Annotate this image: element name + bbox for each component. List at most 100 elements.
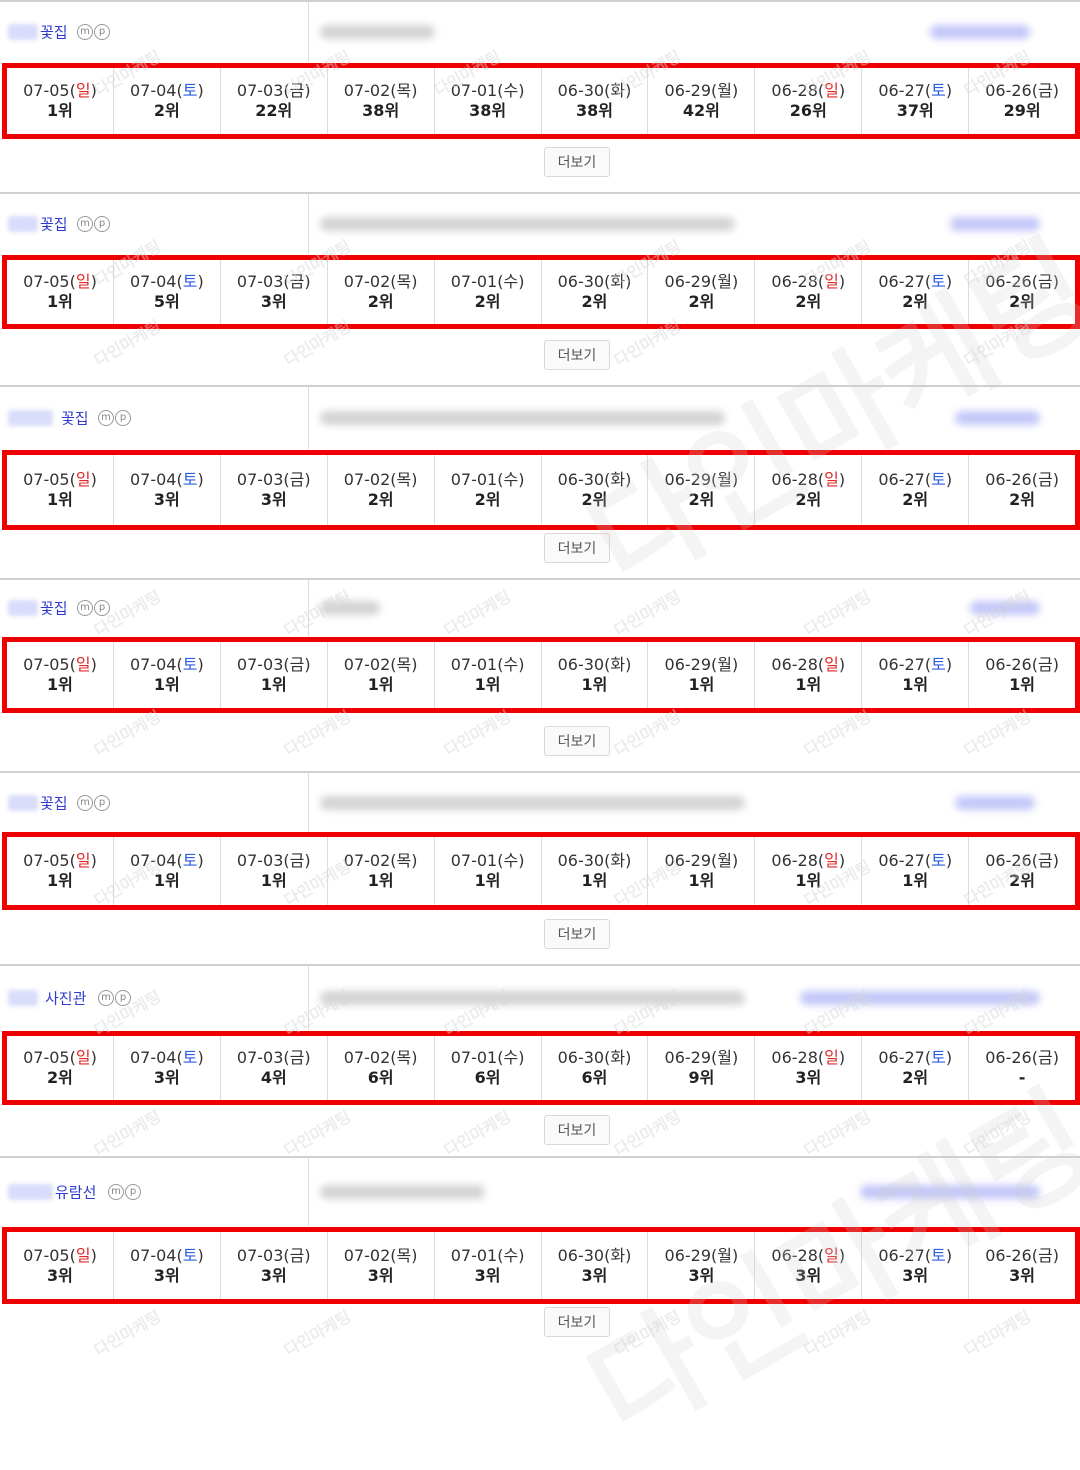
more-button[interactable]: 더보기 [544, 147, 610, 177]
weekday-text: 월 [717, 81, 732, 100]
date-text: 07-04 [129, 470, 177, 489]
keyword-link[interactable]: 사진관 [45, 988, 86, 1009]
rank-cell: 06-29(월) 9위 [648, 1036, 756, 1100]
more-button[interactable]: 더보기 [544, 340, 610, 370]
rank-value: 1위 [474, 675, 501, 694]
date-text: 07-04 [129, 1048, 177, 1067]
weekday-text: 금 [289, 1048, 305, 1067]
pc-badge-icon: p [115, 410, 131, 426]
date-text: 07-05 [23, 470, 70, 489]
keyword-cell: 꽃집 m p [0, 580, 309, 636]
platform-badges: mp [77, 600, 110, 616]
more-button[interactable]: 더보기 [544, 1307, 610, 1337]
date-label: 06-29(월) [664, 1048, 739, 1067]
rank-cell: 06-29(월) 2위 [648, 260, 756, 324]
rank-value: 2위 [474, 292, 501, 311]
keyword-rank-block: 꽃집 m p 07-05(일) 1위 07-04(토) 3위 07-03(금) 3위 07-02(… [0, 385, 1080, 573]
rank-cell: 07-04(토) 3위 [114, 1232, 221, 1299]
rank-value: 1위 [260, 675, 287, 694]
date-text: 06-29 [664, 851, 712, 870]
weekday-text: 일 [824, 1048, 839, 1067]
keyword-link[interactable]: 꽃집 [40, 214, 68, 235]
keyword-cell: 꽃집 m p [0, 2, 309, 62]
weekday-text: 일 [75, 655, 91, 674]
date-label: 06-28(일) [771, 81, 846, 100]
date-text: 07-03 [236, 272, 284, 291]
weekday-text: 금 [289, 470, 305, 489]
date-text: 07-02 [343, 1048, 391, 1067]
rank-value: 1위 [367, 675, 394, 694]
mobile-badge-icon: m [77, 795, 93, 811]
date-text: 07-01 [450, 1245, 498, 1265]
rank-cell: 07-05(일) 3위 [7, 1232, 114, 1299]
date-text: 06-29 [664, 1245, 712, 1265]
redacted-action-link[interactable] [955, 796, 1035, 810]
redacted-action-link[interactable] [860, 1185, 1040, 1199]
date-label: 07-02(목) [343, 1048, 418, 1067]
date-text: 06-28 [771, 1245, 818, 1265]
date-text: 06-27 [878, 1048, 925, 1067]
date-label: 07-03(금) [236, 272, 311, 291]
date-label: 06-28(일) [771, 470, 846, 489]
rank-cell: 07-01(수) 2위 [435, 455, 542, 525]
date-label: 06-30(화) [557, 655, 632, 674]
weekday-text: 금 [1037, 470, 1053, 489]
rank-value: 6위 [581, 1068, 608, 1087]
keyword-link[interactable]: 꽃집 [61, 408, 89, 429]
rank-cell: 07-03(금) 3위 [221, 1232, 328, 1299]
keyword-link[interactable]: 유람선 [55, 1182, 96, 1203]
mobile-badge-icon: m [98, 990, 114, 1006]
date-text: 07-04 [129, 655, 177, 674]
rank-cell: 07-01(수) 1위 [435, 642, 542, 708]
rank-history-list: 꽃집 m p 07-05(일) 1위 07-04(토) 2위 07-03(금) 22위 07-02… [0, 0, 1080, 1465]
date-text: 06-30 [557, 655, 605, 674]
rank-cell: 06-28(일) 1위 [755, 642, 863, 708]
rank-cell: 06-27(토) 3위 [862, 1232, 970, 1299]
rank-cell: 06-26(금) 2위 [969, 260, 1075, 324]
rank-value: 2위 [688, 292, 715, 311]
date-text: 07-05 [23, 851, 70, 870]
weekday-text: 일 [75, 851, 91, 870]
rank-value: 3위 [260, 292, 287, 311]
more-button[interactable]: 더보기 [544, 726, 610, 756]
rank-cell: 07-04(토) 3위 [114, 1036, 221, 1100]
keyword-rank-block: 꽃집 m p 07-05(일) 1위 07-04(토) 2위 07-03(금) 22위 07-02… [0, 0, 1080, 187]
weekday-text: 일 [75, 81, 91, 100]
more-button[interactable]: 더보기 [544, 1115, 610, 1145]
rank-history-row: 07-05(일) 1위 07-04(토) 5위 07-03(금) 3위 07-02(목) 2위… [2, 255, 1080, 329]
date-text: 07-05 [23, 81, 70, 100]
redacted-action-link[interactable] [950, 217, 1040, 231]
keyword-link[interactable]: 꽃집 [40, 793, 68, 814]
date-text: 06-28 [771, 655, 818, 674]
mobile-badge-icon: m [108, 1184, 124, 1200]
rank-value: 3위 [260, 490, 287, 509]
redacted-action-link[interactable] [970, 601, 1040, 615]
date-text: 06-26 [985, 272, 1032, 291]
date-text: 07-05 [23, 1245, 70, 1265]
redacted-place-name [8, 795, 38, 811]
weekday-text: 일 [824, 81, 839, 100]
redacted-action-link[interactable] [955, 411, 1040, 425]
rank-value: 6위 [367, 1068, 394, 1087]
keyword-cell: 꽃집 m p [0, 194, 309, 254]
more-button[interactable]: 더보기 [544, 919, 610, 949]
mobile-badge-icon: m [77, 24, 93, 40]
redacted-url [320, 796, 745, 810]
redacted-action-link[interactable] [800, 991, 1040, 1005]
date-label: 07-01(수) [450, 470, 525, 489]
more-button[interactable]: 더보기 [544, 533, 610, 563]
rank-value: 3위 [153, 1265, 180, 1285]
block-header: 꽃집 m p [0, 580, 1080, 636]
rank-value: 3위 [367, 1265, 394, 1285]
rank-cell: 06-26(금) - [969, 1036, 1075, 1100]
block-header: 꽃집 m p [0, 2, 1080, 62]
rank-value: 2위 [474, 490, 501, 509]
keyword-link[interactable]: 꽃집 [40, 22, 68, 43]
rank-value: 2위 [902, 490, 929, 509]
mobile-badge-icon: m [77, 600, 93, 616]
redacted-place-name [8, 1184, 53, 1200]
keyword-link[interactable]: 꽃집 [40, 598, 68, 619]
weekday-text: 금 [289, 851, 305, 870]
redacted-action-link[interactable] [930, 25, 1030, 39]
pc-badge-icon: p [94, 795, 110, 811]
